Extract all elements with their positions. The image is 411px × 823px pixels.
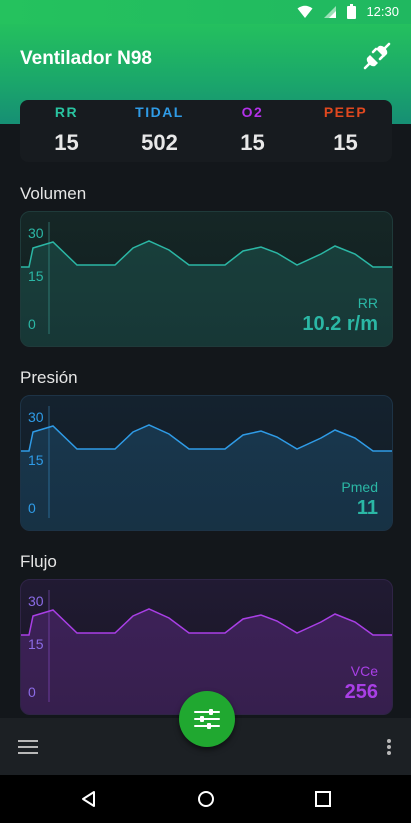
battery-icon <box>347 4 357 19</box>
page-title: Ventilador N98 <box>20 48 152 69</box>
y-tick: 0 <box>28 500 36 516</box>
vital-tidal: TIDAL 502 <box>113 100 206 162</box>
pressure-waveform <box>21 406 392 530</box>
system-nav-bar <box>0 775 411 823</box>
chart-title-presion: Presión <box>20 368 78 387</box>
wifi-icon <box>297 5 313 18</box>
readout-value: 256 <box>344 681 378 703</box>
sliders-icon <box>194 709 220 729</box>
vital-value: 15 <box>240 130 265 155</box>
vital-peep: PEEP 15 <box>299 100 392 162</box>
readout-label: RR <box>357 295 378 311</box>
y-tick: 30 <box>28 593 44 609</box>
chart-title-flujo: Flujo <box>20 552 57 571</box>
readout-value: 10.2 r/m <box>302 313 378 335</box>
y-tick: 15 <box>28 452 44 468</box>
pressure-waveform-panel: 30 15 0 Pmed 11 <box>20 395 393 531</box>
vital-o2: O2 15 <box>206 100 299 162</box>
readout-label: Pmed <box>341 479 378 495</box>
vitals-card: RR 15 TIDAL 502 O2 15 PEEP 15 <box>20 100 392 162</box>
vital-value: 15 <box>54 130 79 155</box>
volume-waveform-panel: 30 15 0 RR 10.2 r/m <box>20 211 393 347</box>
vital-value: 502 <box>141 130 178 155</box>
status-time: 12:30 <box>366 4 399 19</box>
waveform-fill <box>21 425 392 530</box>
vital-rr: RR 15 <box>20 100 113 162</box>
vital-label: O2 <box>241 104 264 120</box>
settings-fab-button[interactable] <box>179 691 235 747</box>
y-tick: 15 <box>28 636 44 652</box>
y-tick: 0 <box>28 684 36 700</box>
readout-label: VCe <box>350 663 378 679</box>
status-bar: 12:30 <box>0 0 411 24</box>
y-tick: 15 <box>28 268 44 284</box>
vital-label: RR <box>54 104 79 120</box>
plug-icon[interactable] <box>361 40 393 72</box>
menu-icon[interactable] <box>18 740 38 754</box>
y-tick: 0 <box>28 316 36 332</box>
more-vertical-icon[interactable] <box>387 739 391 755</box>
readout-value: 11 <box>356 497 378 519</box>
y-tick: 30 <box>28 225 44 241</box>
back-icon[interactable] <box>79 789 99 809</box>
signal-icon <box>324 5 337 18</box>
chart-title-volumen: Volumen <box>20 184 87 203</box>
home-icon[interactable] <box>196 789 216 809</box>
recents-icon[interactable] <box>313 789 333 809</box>
vital-label: TIDAL <box>135 104 184 120</box>
y-tick: 30 <box>28 409 44 425</box>
vital-label: PEEP <box>323 104 368 120</box>
vital-value: 15 <box>333 130 358 155</box>
